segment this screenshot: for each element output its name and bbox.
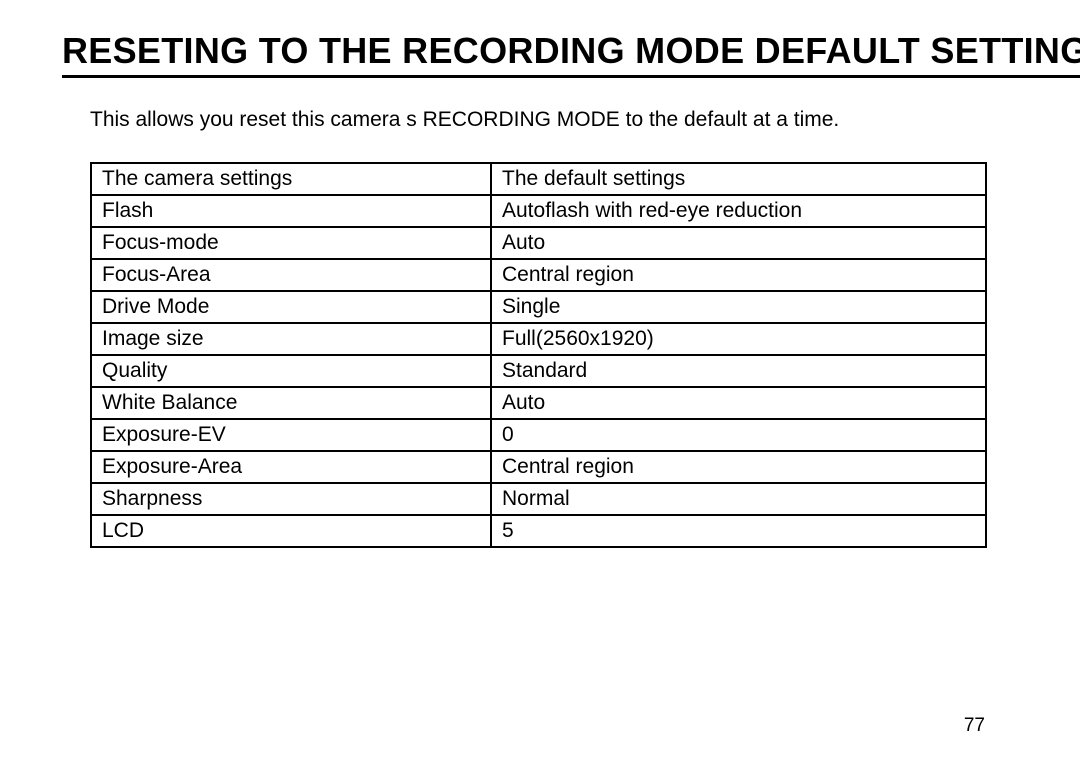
setting-default: Autoflash with red-eye reduction	[491, 195, 986, 227]
setting-default: Central region	[491, 259, 986, 291]
table-row: FlashAutoflash with red-eye reduction	[91, 195, 986, 227]
setting-default: Normal	[491, 483, 986, 515]
setting-default: Auto	[491, 387, 986, 419]
table-row: LCD5	[91, 515, 986, 547]
setting-name: Quality	[91, 355, 491, 387]
setting-default: 0	[491, 419, 986, 451]
table-row: SharpnessNormal	[91, 483, 986, 515]
settings-table: The camera settings The default settings…	[90, 162, 987, 548]
setting-name: Focus-mode	[91, 227, 491, 259]
setting-name: Sharpness	[91, 483, 491, 515]
page-number: 77	[964, 715, 985, 737]
table-row: White BalanceAuto	[91, 387, 986, 419]
table-row: QualityStandard	[91, 355, 986, 387]
page-title: RESETING TO THE RECORDING MODE DEFAULT S…	[62, 30, 1080, 78]
table-row: Focus-modeAuto	[91, 227, 986, 259]
header-camera-settings: The camera settings	[91, 163, 491, 195]
table-row: Exposure-EV0	[91, 419, 986, 451]
setting-name: Image size	[91, 323, 491, 355]
header-default-settings: The default settings	[491, 163, 986, 195]
setting-default: Central region	[491, 451, 986, 483]
setting-default: Standard	[491, 355, 986, 387]
setting-default: Single	[491, 291, 986, 323]
table-row: Exposure-AreaCentral region	[91, 451, 986, 483]
setting-default: Auto	[491, 227, 986, 259]
setting-name: Exposure-Area	[91, 451, 491, 483]
table-header-row: The camera settings The default settings	[91, 163, 986, 195]
setting-default: Full(2560x1920)	[491, 323, 986, 355]
setting-name: Exposure-EV	[91, 419, 491, 451]
table-row: Drive ModeSingle	[91, 291, 986, 323]
intro-text: This allows you reset this camera s RECO…	[90, 108, 1080, 132]
setting-name: White Balance	[91, 387, 491, 419]
setting-name: Focus-Area	[91, 259, 491, 291]
setting-default: 5	[491, 515, 986, 547]
setting-name: Drive Mode	[91, 291, 491, 323]
table-row: Focus-AreaCentral region	[91, 259, 986, 291]
setting-name: LCD	[91, 515, 491, 547]
table-row: Image sizeFull(2560x1920)	[91, 323, 986, 355]
manual-page: RESETING TO THE RECORDING MODE DEFAULT S…	[0, 0, 1080, 765]
setting-name: Flash	[91, 195, 491, 227]
